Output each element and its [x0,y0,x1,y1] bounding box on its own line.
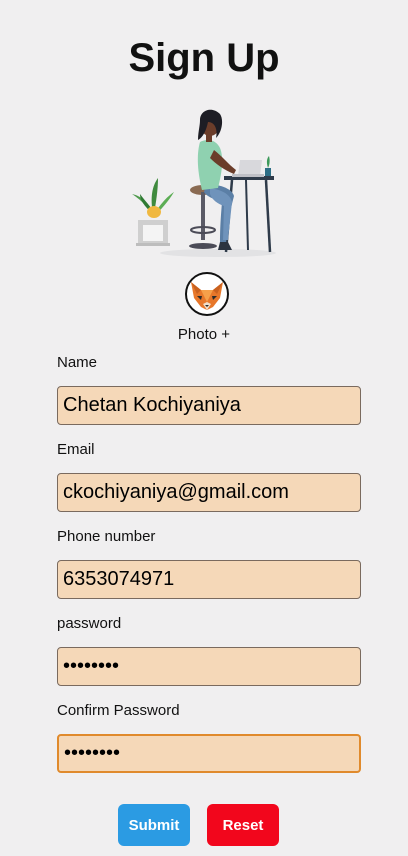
signup-page: Sign Up Photo + Name Chetan Kochiyaniya … [0,0,408,856]
profile-photo-avatar[interactable] [185,272,229,316]
person-working-at-desk-illustration [128,108,280,260]
submit-button[interactable]: Submit [118,804,190,846]
phone-field[interactable] [57,560,361,599]
reset-button[interactable]: Reset [207,804,279,846]
password-label: password [57,615,122,632]
confirm-password-field[interactable] [57,734,361,773]
page-title: Sign Up [128,36,280,80]
name-label: Name [57,354,98,371]
confirm-password-label: Confirm Password [57,702,180,719]
password-field[interactable] [57,647,361,686]
phone-label: Phone number [57,528,156,545]
email-label: Email [57,441,95,458]
add-photo-link[interactable]: Photo + [0,326,408,343]
name-field[interactable] [57,386,361,425]
fox-icon [191,282,223,310]
email-field[interactable] [57,473,361,512]
